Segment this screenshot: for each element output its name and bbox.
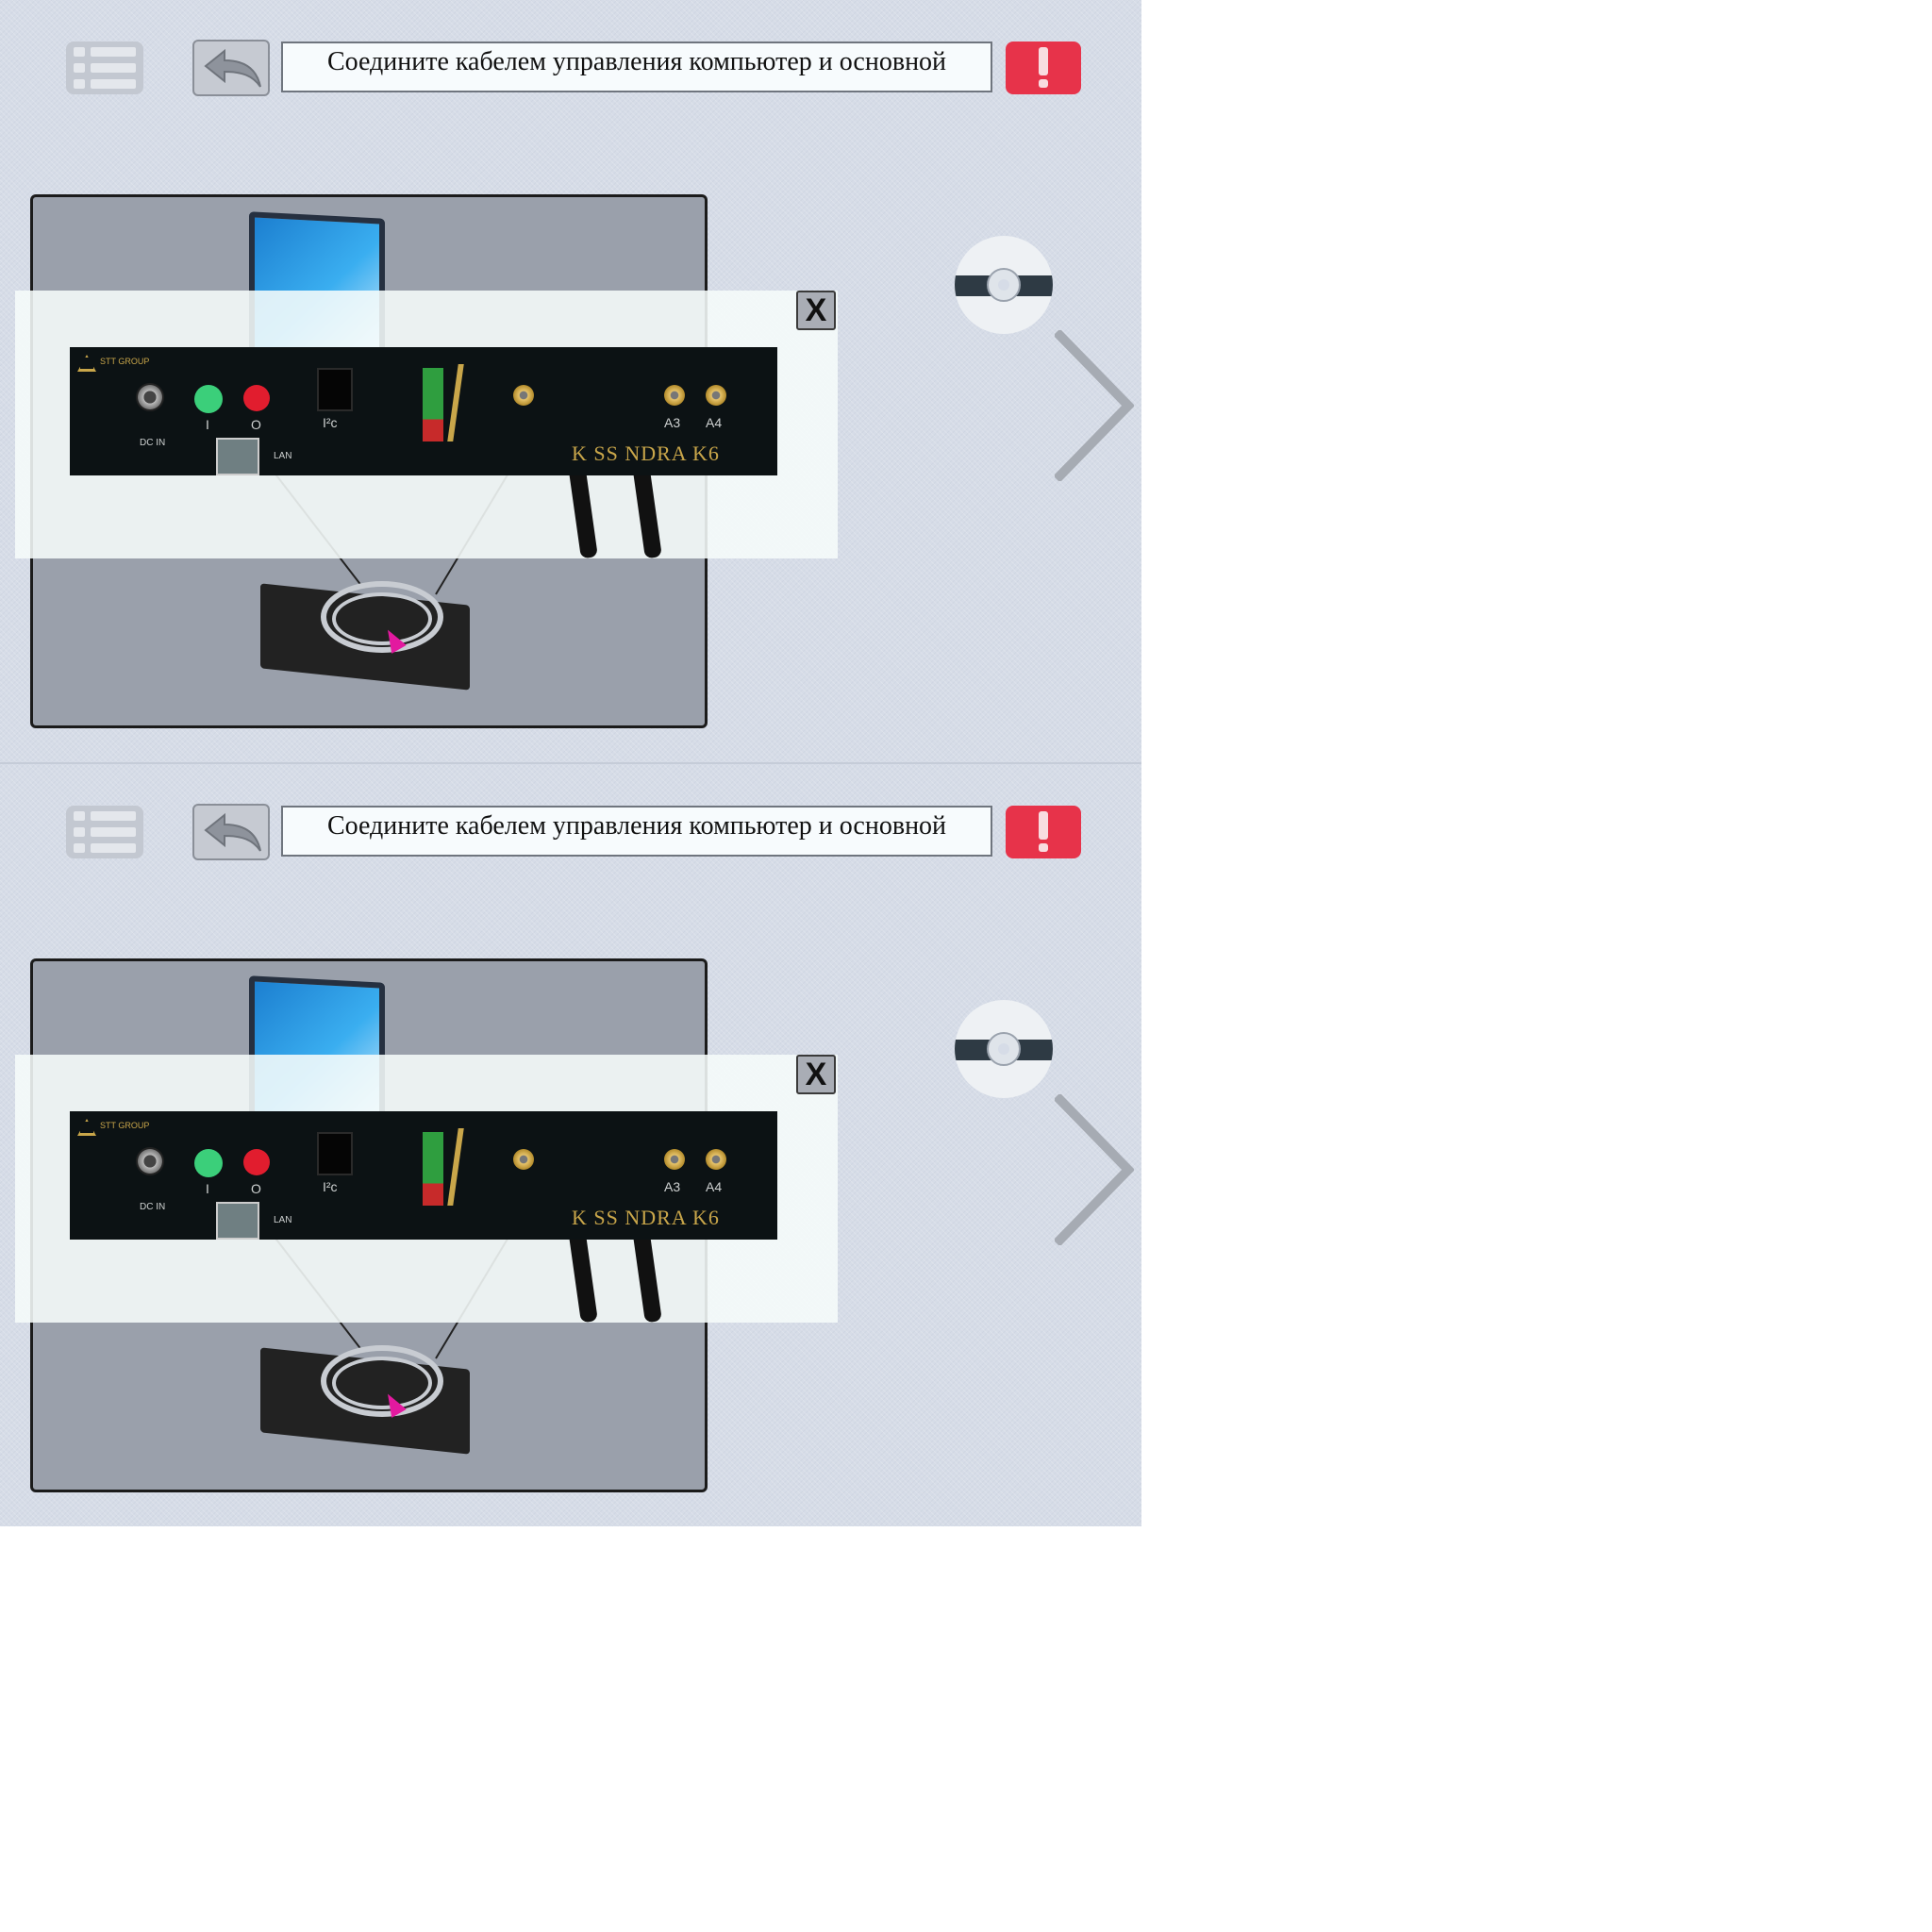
antenna-port-a4 [706,385,726,406]
dc-in-label: DC IN [140,438,166,448]
antenna-port-in [513,385,534,406]
close-popup-button[interactable]: X [796,291,836,330]
power-off-label: O [251,1181,261,1196]
device-model-label: K SS NDRA K6 [572,1206,720,1229]
power-off-label: O [251,417,261,432]
brand-text: STT GROUP [100,357,150,366]
power-on-label: I [206,1181,209,1196]
lan-port[interactable] [216,438,259,475]
a4-label: A4 [706,1179,723,1194]
software-disc-icon[interactable] [955,236,1053,334]
lan-port[interactable] [216,1202,259,1240]
signal-meter [423,1132,443,1206]
a4-label: A4 [706,415,723,430]
i2c-port [317,1132,353,1175]
signal-meter [423,368,443,441]
chevron-right-icon[interactable] [1055,1094,1134,1245]
meter-needle [447,364,464,441]
close-popup-button[interactable]: X [796,1055,836,1094]
device-rear-panel: STT GROUP DC IN I O I²c LAN A3 A4 K SS N… [70,1111,777,1240]
brand-logo-icon [77,1119,96,1136]
antenna-port-a3 [664,385,685,406]
power-off-button[interactable] [243,385,270,411]
antenna-port-in [513,1149,534,1170]
dc-in-port [136,1147,164,1175]
i2c-label: I²c [323,1179,338,1194]
lan-label: LAN [274,451,292,461]
device-model-label: K SS NDRA K6 [572,441,720,465]
app-frame-1: Соедините кабелем управления компьютер и… [0,0,1141,764]
dc-in-label: DC IN [140,1202,166,1212]
power-on-button[interactable] [194,385,223,413]
software-disc-icon[interactable] [955,1000,1053,1098]
device-rear-panel: STT GROUP DC IN I O I²c LAN A3 A4 K SS N… [70,347,777,475]
power-on-button[interactable] [194,1149,223,1177]
i2c-port [317,368,353,411]
lan-label: LAN [274,1215,292,1225]
antenna-port-a4 [706,1149,726,1170]
dc-in-port [136,383,164,411]
antenna-port-a3 [664,1149,685,1170]
i2c-label: I²c [323,415,338,430]
brand-text: STT GROUP [100,1121,150,1130]
chevron-right-icon[interactable] [1055,330,1134,481]
brand-logo-icon [77,355,96,372]
a3-label: A3 [664,415,681,430]
meter-needle [447,1128,464,1206]
power-on-label: I [206,417,209,432]
app-frame-2: Соедините кабелем управления компьютер и… [0,764,1141,1526]
a3-label: A3 [664,1179,681,1194]
power-off-button[interactable] [243,1149,270,1175]
